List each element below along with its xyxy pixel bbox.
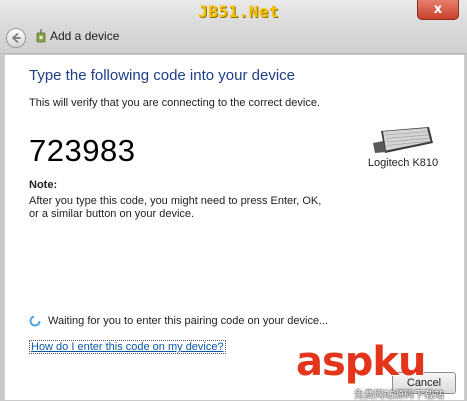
close-button[interactable]: x — [417, 0, 459, 20]
keyboard-icon — [373, 127, 433, 153]
note-label: Note: — [29, 179, 58, 191]
pairing-content-panel: Type the following code into your device… — [4, 55, 465, 400]
window-title: Add a device — [50, 29, 120, 43]
cancel-button[interactable]: Cancel — [392, 372, 456, 394]
help-link[interactable]: How do I enter this code on my device? — [29, 340, 226, 354]
device-tile: Logitech K810 — [348, 125, 458, 169]
back-arrow-glyph — [12, 33, 21, 43]
note-text: After you type this code, you might need… — [29, 195, 322, 220]
bluetooth-device-icon — [36, 29, 46, 43]
page-subtitle: This will verify that you are connecting… — [29, 97, 321, 109]
page-title: Type the following code into your device — [29, 67, 295, 84]
waiting-status: Waiting for you to enter this pairing co… — [29, 315, 328, 327]
back-arrow-icon[interactable] — [6, 28, 26, 48]
window-title-row: Add a device — [36, 29, 119, 43]
waiting-text: Waiting for you to enter this pairing co… — [48, 315, 329, 327]
busy-spinner-icon — [29, 315, 41, 327]
device-name: Logitech K810 — [367, 157, 439, 169]
pairing-code: 723983 — [29, 133, 136, 168]
window-title-bar: JB51.Net x Add a device — [0, 0, 467, 54]
watermark-text: JB51.Net — [198, 2, 280, 21]
